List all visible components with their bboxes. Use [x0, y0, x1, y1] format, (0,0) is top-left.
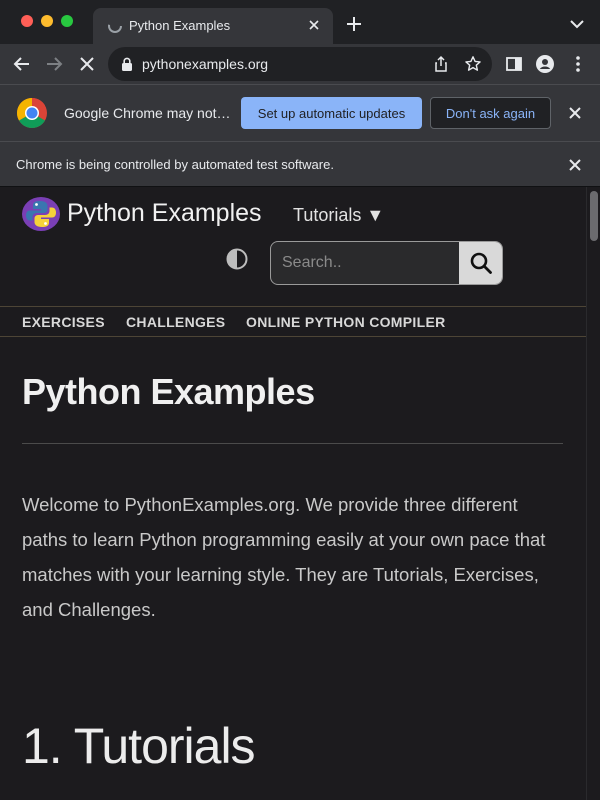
search-icon: [470, 252, 492, 274]
zoom-window-button[interactable]: [61, 15, 73, 27]
web-page: Python Examples Tutorials ▼ EXERCISES CH…: [0, 187, 586, 800]
page-scrollbar[interactable]: [586, 187, 600, 800]
side-panel-icon[interactable]: [504, 54, 524, 74]
chevron-down-icon[interactable]: [568, 17, 586, 31]
minimize-window-button[interactable]: [41, 15, 53, 27]
address-bar[interactable]: pythonexamples.org: [108, 47, 492, 81]
contrast-icon[interactable]: [226, 248, 248, 270]
back-icon[interactable]: [12, 54, 32, 74]
update-message: Google Chrome may not…: [64, 105, 231, 121]
dont-ask-again-button[interactable]: Don't ask again: [430, 97, 551, 129]
intro-paragraph: Welcome to PythonExamples.org. We provid…: [22, 494, 546, 620]
close-icon[interactable]: [568, 106, 582, 120]
share-icon[interactable]: [432, 55, 450, 73]
star-icon[interactable]: [464, 55, 482, 73]
profile-icon[interactable]: [535, 54, 555, 74]
automation-infobar: Chrome is being controlled by automated …: [0, 141, 600, 187]
site-title[interactable]: Python Examples: [67, 199, 262, 228]
forward-icon[interactable]: [44, 54, 64, 74]
lock-icon[interactable]: [121, 57, 133, 71]
search-button[interactable]: [459, 242, 502, 284]
nav-exercises[interactable]: EXERCISES: [22, 314, 105, 330]
section-heading: 1. Tutorials: [22, 718, 256, 774]
loading-favicon-icon: [108, 19, 122, 33]
new-tab-icon[interactable]: [345, 15, 363, 33]
tutorials-dropdown[interactable]: Tutorials ▼: [293, 205, 384, 226]
nav-online-compiler[interactable]: ONLINE PYTHON COMPILER: [246, 314, 446, 330]
page-title: Python Examples: [22, 371, 315, 412]
site-nav: EXERCISES CHALLENGES ONLINE PYTHON COMPI…: [0, 306, 586, 337]
update-infobar: Google Chrome may not… Set up automatic …: [0, 84, 600, 141]
menu-icon[interactable]: [568, 54, 588, 74]
stop-loading-icon[interactable]: [77, 54, 97, 74]
scrollbar-thumb[interactable]: [590, 191, 598, 241]
window-title-bar: Python Examples: [0, 0, 600, 44]
set-up-updates-button[interactable]: Set up automatic updates: [241, 97, 422, 129]
site-search: [270, 241, 503, 285]
nav-challenges[interactable]: CHALLENGES: [126, 314, 225, 330]
browser-tab[interactable]: Python Examples: [93, 8, 333, 44]
tab-title: Python Examples: [129, 18, 231, 33]
divider: [22, 443, 563, 444]
search-input[interactable]: [271, 242, 459, 284]
close-window-button[interactable]: [21, 15, 33, 27]
tab-close-icon[interactable]: [305, 16, 323, 34]
browser-toolbar: pythonexamples.org: [0, 44, 600, 84]
automation-message: Chrome is being controlled by automated …: [16, 157, 334, 172]
url-text[interactable]: pythonexamples.org: [142, 56, 268, 72]
chrome-logo-icon: [16, 98, 47, 129]
python-logo-icon[interactable]: [21, 196, 61, 232]
close-icon[interactable]: [568, 158, 582, 172]
